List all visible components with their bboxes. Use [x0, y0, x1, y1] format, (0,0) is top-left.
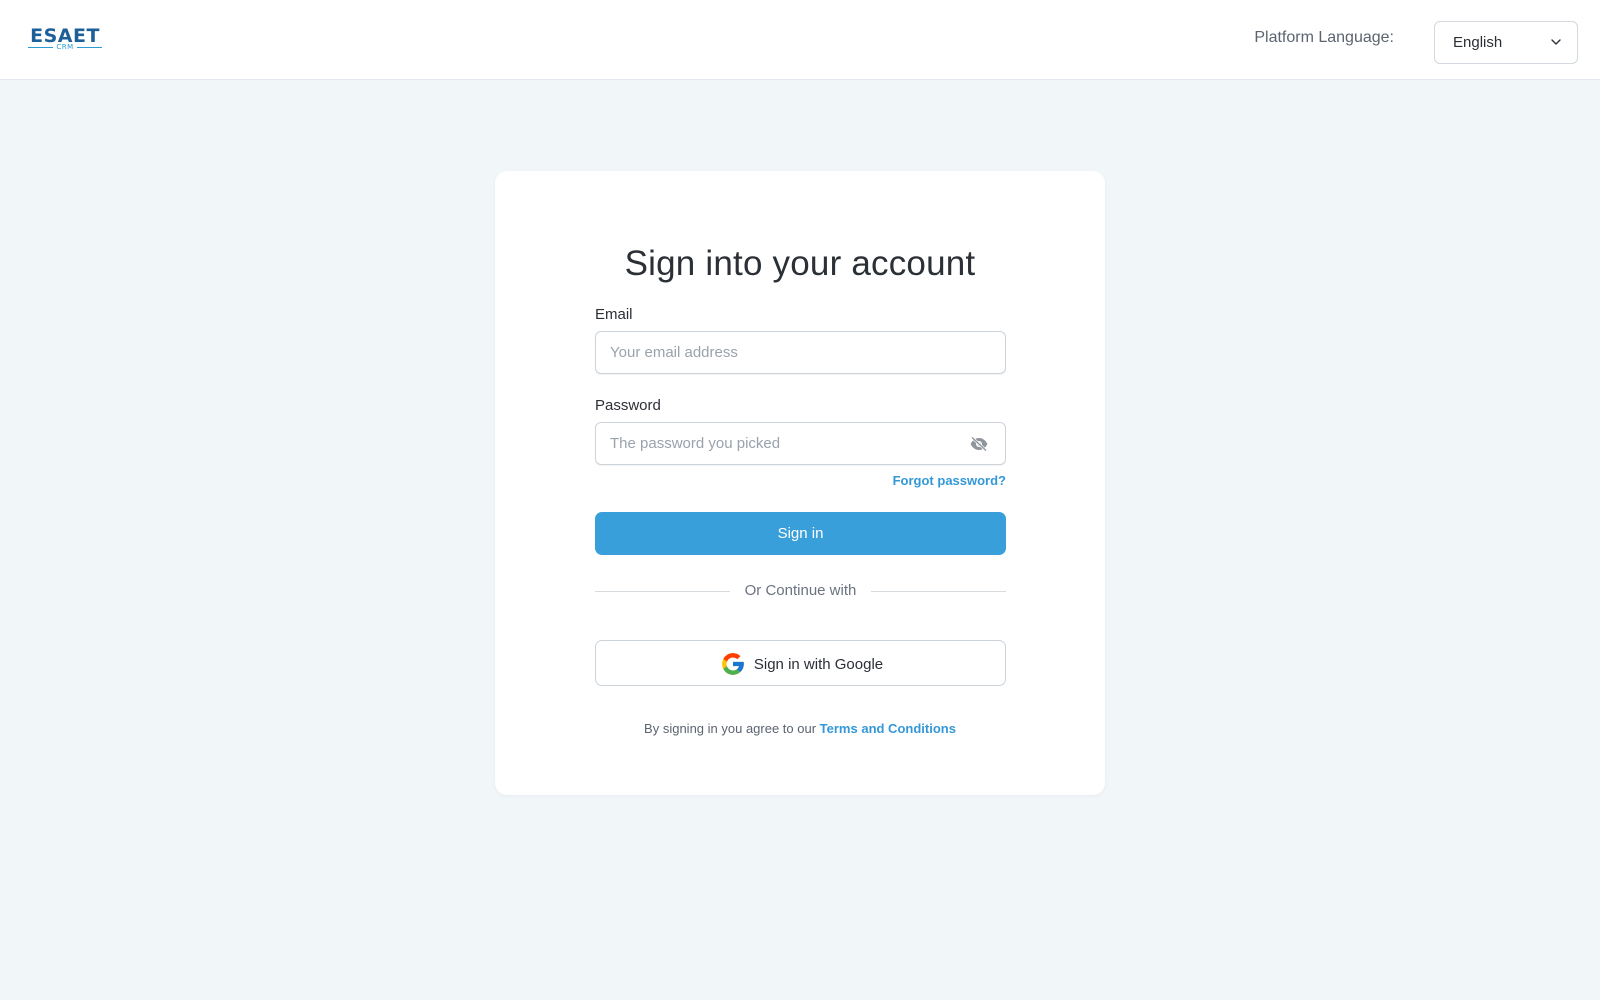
password-placeholder: The password you picked	[610, 435, 781, 452]
page-title: Sign into your account	[624, 244, 976, 284]
logo-subtitle-row: CRM	[28, 42, 103, 52]
terms-notice: By signing in you agree to our Terms and…	[495, 721, 1105, 736]
google-button-content: Sign in with Google	[596, 641, 1007, 687]
selected-language: English	[1453, 34, 1503, 51]
forgot-password-link[interactable]: Forgot password?	[893, 473, 1006, 488]
sign-in-with-google-button[interactable]: Sign in with Google	[595, 640, 1006, 686]
password-label: Password	[595, 397, 661, 414]
logo-line-left	[28, 46, 54, 48]
esaet-crm-logo[interactable]: ESAET CRM	[28, 26, 103, 52]
password-field[interactable]: The password you picked	[595, 422, 1006, 465]
divider-line-right	[871, 591, 1006, 592]
terms-prefix: By signing in you agree to our	[644, 721, 817, 736]
logo-subtitle: CRM	[56, 43, 74, 51]
email-label: Email	[595, 306, 633, 323]
email-placeholder: Your email address	[610, 344, 738, 361]
google-button-label: Sign in with Google	[753, 655, 884, 673]
platform-language-select[interactable]: English	[1434, 21, 1578, 64]
platform-language-label: Platform Language:	[1254, 29, 1394, 46]
eye-icon[interactable]	[969, 436, 989, 452]
or-continue-divider: Or Continue with	[595, 581, 1006, 601]
top-bar: ESAET CRM Platform Language: English	[0, 0, 1600, 80]
sign-in-button[interactable]: Sign in	[595, 512, 1006, 555]
terms-and-conditions-link[interactable]: Terms and Conditions	[820, 721, 956, 736]
google-icon	[722, 653, 744, 675]
email-field[interactable]: Your email address	[595, 331, 1006, 374]
chevron-down-icon	[1551, 39, 1561, 45]
sign-in-card: Sign into your account Email Your email …	[495, 171, 1105, 795]
logo-line-right	[76, 46, 103, 48]
